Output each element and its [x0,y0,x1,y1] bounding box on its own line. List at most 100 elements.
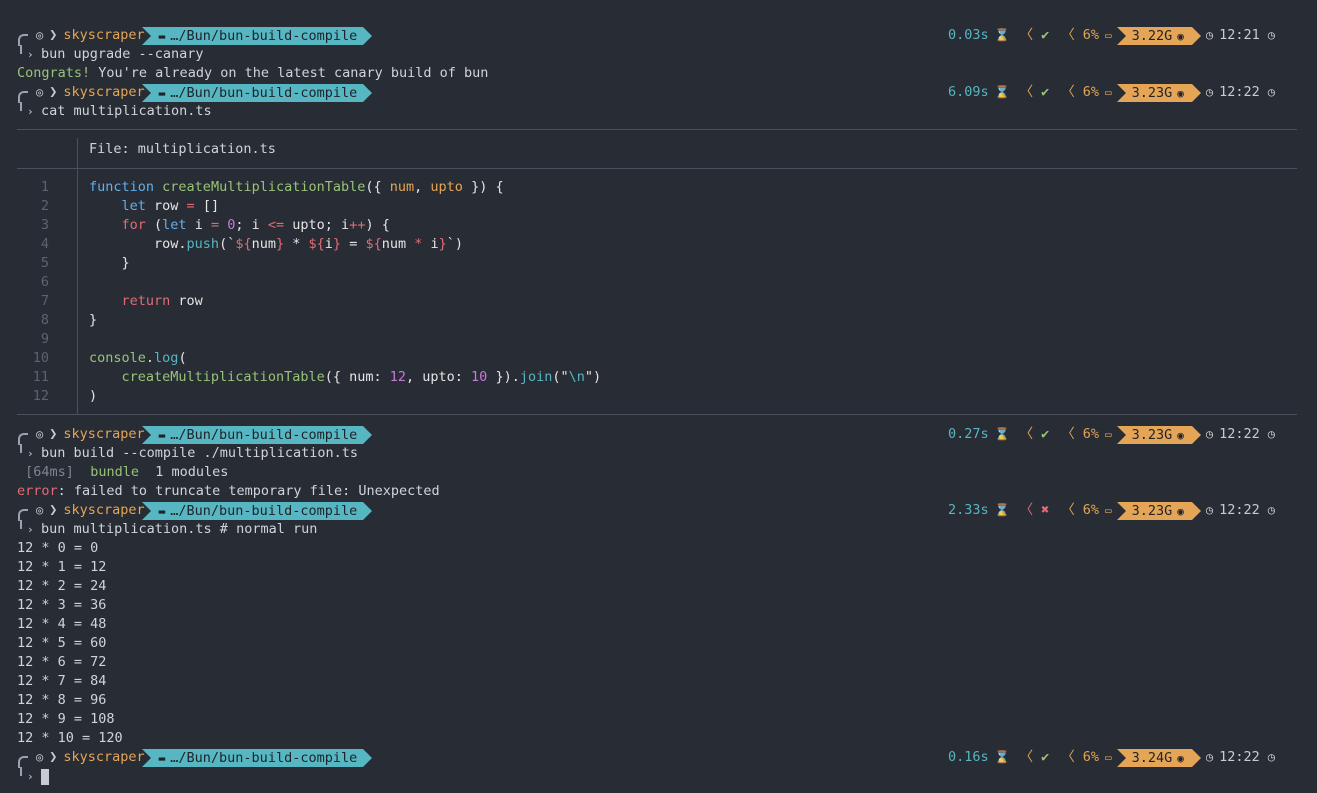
memory-value: 3.22G [1131,27,1173,44]
code-token: createMultiplicationTable [162,179,366,195]
run-output-line: 12 * 1 = 12 [17,559,107,575]
command-line[interactable]: › bun build --compile ./multiplication.ts [0,444,1317,463]
divider [17,129,1297,130]
memory-value: 3.23G [1131,426,1173,443]
run-output-line: 12 * 0 = 0 [17,540,99,556]
code-token: row [145,198,187,214]
divider [17,414,1297,415]
run-output-line: 12 * 10 = 120 [17,730,123,746]
hostname: skyscraper [63,84,145,100]
chevron-left-icon: 〈 [1019,502,1034,518]
code-token: , [414,179,431,195]
code-token: join [519,369,553,385]
folder-icon: ▬ [158,428,166,442]
clock-icon: ◷ [1205,28,1214,42]
chevron-left-icon: 〈 [1061,749,1075,765]
code-token: 12 [389,369,407,385]
code-text: row.push(`${num} * ${i} = ${num * i}`) [89,235,463,254]
output-line: error: failed to truncate temporary file… [0,482,1317,501]
command-line[interactable]: › cat multiplication.ts [0,102,1317,121]
time: 12:21 [1219,27,1260,43]
code-token: } [438,236,447,252]
output-line: 12 * 3 = 36 [0,596,1317,615]
code-line: 1 function createMultiplicationTable({ nu… [0,178,1317,197]
prompt-arrow-icon: › [27,523,34,536]
time: 12:22 [1219,502,1260,518]
output-line: Congrats! You're already on the latest c… [0,64,1317,83]
prompt-line: ◎ ❯ skyscraper ▬ …/Bun/bun-build-compile 0.03… [0,26,1317,46]
folder-icon: ▬ [158,86,166,100]
check-icon: ✔ [1041,426,1050,442]
separator-icon: ❯ [49,426,58,442]
separator-icon: ❯ [49,502,58,518]
code-token: [] [194,198,220,214]
prompt-left: ◎ ❯ skyscraper ▬ …/Bun/bun-build-compile [18,83,372,103]
code-line: 4 row.push(`${num} * ${i} = ${num * i}`) [0,235,1317,254]
code-token: ") [584,369,602,385]
command-line[interactable]: › [0,767,1317,786]
code-line: 5 } [0,254,1317,273]
output-line: 12 * 6 = 72 [0,653,1317,672]
chevron-left-icon: 〈 [1019,84,1034,100]
cursor[interactable] [41,769,49,785]
code-text: ) [89,387,97,406]
line-number: 1 [40,179,49,195]
clock-icon: ◷ [1267,28,1275,42]
chevron-left-icon: 〈 [1019,27,1034,43]
code-token: num [251,236,276,252]
run-output-line: 12 * 5 = 60 [17,635,107,651]
clock-icon: ◷ [1205,427,1214,441]
chevron-left-icon: 〈 [1061,502,1075,518]
congrats-text: Congrats! [17,65,91,81]
prompt-line: ◎ ❯ skyscraper ▬ …/Bun/bun-build-compile 2.33… [0,501,1317,521]
clock-icon: ◷ [1267,427,1275,441]
path-text: …/Bun/bun-build-compile [170,84,358,101]
separator-icon: ❯ [49,27,58,43]
command-line[interactable]: › bun multiplication.ts # normal run [0,520,1317,539]
duration: 0.03s [948,27,989,43]
code-token: }). [487,369,520,385]
folder-icon: ▬ [158,29,166,43]
command-text: cat multiplication.ts [41,103,212,119]
duration: 6.09s [948,84,989,100]
memory-segment: 3.23G ◉ [1116,83,1202,102]
code-token: num [381,236,415,252]
code-line: 12) [0,387,1317,406]
memory-icon: ◉ [1177,86,1184,100]
code-line: 8} [0,311,1317,330]
check-icon: ✔ [1041,27,1050,43]
command-text: bun upgrade --canary [41,46,204,62]
os-logo-icon: ◎ [36,85,44,99]
output-line: 12 * 4 = 48 [0,615,1317,634]
path-segment: ▬ …/Bun/bun-build-compile [141,26,372,45]
hostname: skyscraper [63,749,145,765]
line-number: 9 [40,331,49,347]
line-number: 12 [32,388,49,404]
error-label: error [17,483,58,499]
chevron-left-icon: 〈 [1061,27,1075,43]
output-line: 12 * 0 = 0 [0,539,1317,558]
code-line: 9 [0,330,1317,349]
code-token: ({ [365,179,390,195]
run-output-line: 12 * 2 = 24 [17,578,107,594]
memory-value: 3.24G [1131,749,1173,766]
modules-count: 1 modules [155,464,229,480]
terminal-window[interactable]: ◎ ❯ skyscraper ▬ …/Bun/bun-build-compile 0.03… [0,0,1317,793]
clock-icon: ◷ [1205,750,1214,764]
command-line[interactable]: › bun upgrade --canary [0,45,1317,64]
output-line: 12 * 8 = 96 [0,691,1317,710]
code-line: 6 [0,273,1317,292]
os-logo-icon: ◎ [36,503,44,517]
code-token: return [121,293,171,309]
command-text: bun multiplication.ts # normal run [41,521,318,537]
hourglass-icon: ⌛ [994,28,1010,42]
os-logo-icon: ◎ [36,28,44,42]
command-text: bun build --compile ./multiplication.ts [41,445,358,461]
code-token: ; i [235,217,268,233]
line-number: 8 [40,312,49,328]
code-token: i [422,236,439,252]
prompt-right: 6.09s ⌛ 〈 ✔ 〈 6% ▭ 3.23G ◉ ◷ 12:22 ◷ [948,83,1275,102]
hourglass-icon: ⌛ [994,427,1010,441]
